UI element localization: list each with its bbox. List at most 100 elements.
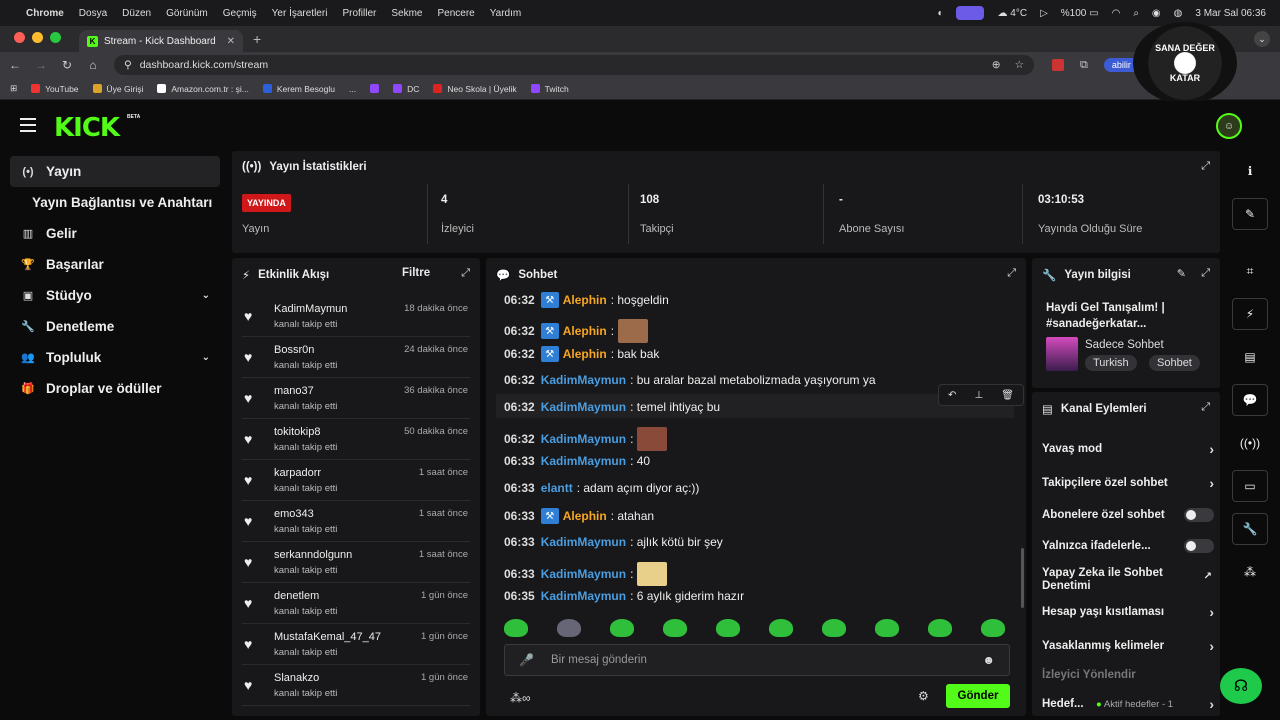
chat-message[interactable]: 06:32 KadimMaymun: temel ihtiyaç bu [504,400,720,414]
edit-icon[interactable]: ✎ [1177,267,1186,280]
menu-window[interactable]: Pencere [437,8,474,19]
forward-icon[interactable]: → [30,58,52,72]
action-account-age[interactable]: Hesap yaşı kısıtlaması › [1042,604,1214,620]
filter-button[interactable]: Filtre [402,267,430,279]
emote-icon[interactable] [637,562,668,586]
extension-icon[interactable] [1052,59,1064,71]
popout-icon[interactable]: ⤢ [1201,401,1210,414]
chat-username[interactable]: Alephin [563,509,607,523]
control-center-icon[interactable]: ◐ [937,8,943,19]
chat-username[interactable]: KadimMaymun [541,567,626,581]
follower-name[interactable]: Slanakzo [274,672,319,684]
sidebar-item-studyo[interactable]: ▣ Stüdyo ⌄ [10,280,220,311]
clock[interactable]: 3 Mar Sal 06:36 [1195,8,1266,19]
bookmark-dc[interactable]: DC [393,84,419,94]
category-name[interactable]: Sadece Sohbet [1085,339,1164,351]
chat-bubble-icon[interactable]: 💬 [1232,384,1268,416]
sidebar-item-basarilar[interactable]: 🏆 Başarılar [10,249,220,280]
follower-name[interactable]: MustafaKemal_47_47 [274,631,381,643]
action-banned-words[interactable]: Yasaklanmış kelimeler › [1042,638,1214,654]
menu-bookmarks[interactable]: Yer İşaretleri [272,8,328,19]
sidebar-item-yayin[interactable]: (•) Yayın [10,156,220,187]
bookmark-kerem[interactable]: Kerem Besoglu [262,84,335,94]
list-item[interactable]: ♥ karpadorr kanalı takip etti 1 saat önce [242,460,470,501]
chat-scrollbar[interactable] [1021,548,1024,608]
wrench-icon[interactable]: 🔧 [1232,513,1268,545]
hamburger-menu-icon[interactable] [20,118,36,136]
zoom-icon[interactable]: ⊕ [992,59,1001,71]
chat-message[interactable]: 06:33 KadimMaymun: [504,562,668,586]
emote-icon[interactable] [610,619,634,637]
emote-icon[interactable] [769,619,793,637]
emote-icon[interactable] [928,619,952,637]
screenshot-icon[interactable]: ⌗ [1232,255,1268,287]
pin-icon[interactable]: ⊥ [974,390,983,401]
bookmark-star-icon[interactable]: ☆ [1015,59,1024,71]
chat-message[interactable]: 06:33 ⚒ Alephin: atahan [504,508,654,524]
follower-name[interactable]: tokitokip8 [274,426,320,438]
emoji-icon[interactable]: ☻ [982,653,995,667]
sidebar-item-gelir[interactable]: ▥ Gelir [10,218,220,249]
menu-history[interactable]: Geçmiş [223,8,257,19]
maximize-window-button[interactable] [50,32,61,43]
chat-extras-icon[interactable]: ⁂∞ [510,691,531,705]
new-tab-button[interactable]: + [253,31,261,47]
bookmark-twitch[interactable]: Twitch [530,84,569,94]
emote-icon[interactable] [637,427,668,451]
chat-message[interactable]: 06:33 KadimMaymun: ajlık kötü bir şey [504,535,723,549]
list-item[interactable]: ♥ Slanakzo kanalı takip etti 1 gün önce [242,665,470,706]
action-goals[interactable]: Hedef... ● Aktif hedefler - 1 › [1042,696,1214,712]
menu-tab[interactable]: Sekme [391,8,422,19]
address-bar[interactable]: ⚲ dashboard.kick.com/stream ⊕ ☆ [114,55,1034,75]
bookmark-youtube[interactable]: YouTube [31,84,79,94]
emote-icon[interactable] [981,619,1005,637]
chat-message[interactable]: 06:32 ⚒ Alephin: hoşgeldin [504,292,669,308]
minimize-window-button[interactable] [32,32,43,43]
menu-file[interactable]: Dosya [79,8,107,19]
apps-grid-icon[interactable]: ⊞ [10,83,17,94]
emotes-only-toggle[interactable] [1184,539,1214,553]
follower-name[interactable]: denetlem [274,590,319,602]
follower-name[interactable]: Bossr0n [274,344,314,356]
emote-icon[interactable] [557,619,581,637]
action-ai-moderation[interactable]: Yapay Zeka ile Sohbet Denetimi ↗ [1042,567,1212,593]
delete-icon[interactable]: 🗑 [1001,390,1014,401]
reply-icon[interactable]: ↶ [948,390,956,401]
siri-icon[interactable]: ◍ [1174,8,1183,19]
sidebar-item-droplar[interactable]: 🎁 Droplar ve ödüller [10,373,220,404]
bookmark-dots[interactable]: ... [349,84,356,94]
sidebar-item-denetleme[interactable]: 🔧 Denetleme [10,311,220,342]
chat-message[interactable]: 06:32 KadimMaymun: [504,427,668,451]
gear-icon[interactable]: ⚙ [918,689,929,703]
user-icon[interactable]: ◉ [1152,8,1161,19]
tag-sohbet[interactable]: Sohbet [1149,355,1200,371]
chat-message[interactable]: 06:33 elantt: adam açım diyor aç:)) [504,481,699,495]
bookmark-neo-skola[interactable]: Neo Skola | Üyelik [433,84,517,94]
list-item[interactable]: ♥ serkanndolgunn kanalı takip etti 1 saat ö… [242,542,470,583]
chat-message[interactable]: 06:32 KadimMaymun: bu aralar bazal metabo… [504,373,876,387]
community-icon[interactable]: ⁂ [1232,556,1268,588]
bookmark-twitch-1[interactable] [370,84,380,93]
close-window-button[interactable] [14,32,25,43]
chat-username[interactable]: Alephin [563,347,607,361]
chat-username[interactable]: Alephin [563,324,607,338]
list-item[interactable]: ♥ denetlem kanalı takip etti 1 gün önce [242,583,470,624]
list-item[interactable]: ♥ emo343 kanalı takip etti 1 saat önce [242,501,470,542]
list-item[interactable]: ♥ MustafaKemal_47_47 kanalı takip etti 1 gü… [242,624,470,665]
home-icon[interactable]: ⌂ [82,58,104,72]
broadcast-icon[interactable]: ((•)) [1232,427,1268,459]
layout-icon[interactable]: ▭ [1232,470,1268,502]
popout-icon[interactable]: ⤢ [1007,267,1016,280]
chat-username[interactable]: KadimMaymun [541,373,626,387]
wifi-icon[interactable]: ◠ [1112,8,1121,19]
subs-only-toggle[interactable] [1184,508,1214,522]
bookmark-amazon[interactable]: Amazon.com.tr : şi... [157,84,249,94]
menu-app[interactable]: Chrome [26,8,64,19]
menu-help[interactable]: Yardım [490,8,522,19]
help-support-button[interactable]: ☊ [1220,668,1262,704]
list-item[interactable]: ♥ mano37 kanalı takip etti 36 dakika önce [242,378,470,419]
list-item[interactable]: ♥ Bossr0n kanalı takip etti 24 dakika önce [242,337,470,378]
chat-username[interactable]: Alephin [563,293,607,307]
follower-name[interactable]: KadimMaymun [274,303,347,315]
emote-icon[interactable] [618,319,649,343]
